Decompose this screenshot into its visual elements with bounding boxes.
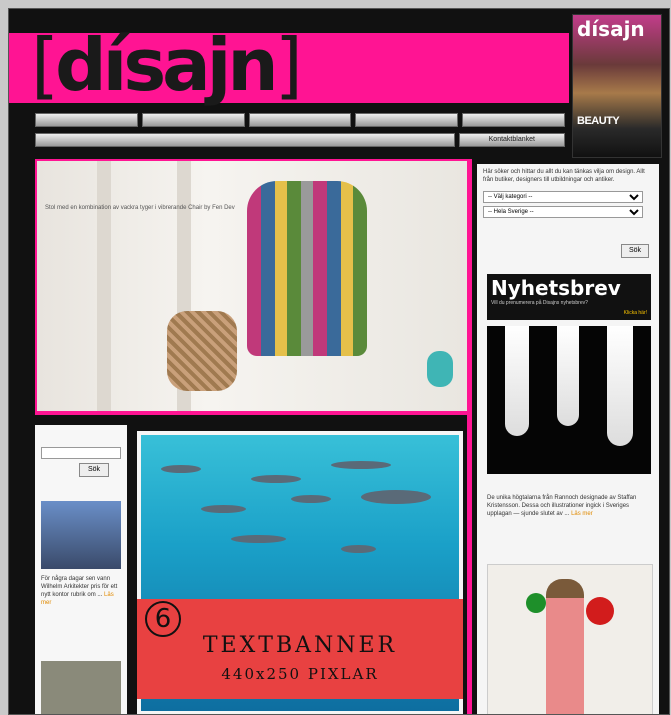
rattan-stool (167, 311, 237, 391)
hero-image[interactable]: Stol med en kombination av vackra tyger … (35, 159, 469, 413)
pink-divider-horizontal (35, 411, 471, 415)
shark-5 (291, 495, 331, 503)
nav-button-3[interactable] (248, 113, 352, 127)
vase-3 (607, 326, 633, 446)
pole-1 (97, 161, 111, 411)
nav-button-1[interactable] (35, 113, 138, 127)
whale (361, 490, 431, 504)
ad-number-badge: 6 (145, 601, 181, 637)
sidebar-blurb-text: De unika högtalarna från Rannoch designa… (487, 495, 637, 517)
category-select[interactable]: -- Välj kategori -- (483, 191, 643, 203)
shark-3 (331, 461, 391, 469)
sidebar-photo[interactable] (487, 564, 653, 714)
newsletter-box[interactable]: Nyhetsbrev Vill du prenumerera på Disajn… (487, 274, 651, 320)
teal-vase (427, 351, 453, 387)
magazine-masthead: dísajn (577, 17, 645, 41)
left-search-input[interactable] (41, 447, 121, 459)
article-thumbnail[interactable] (41, 501, 121, 569)
hero-photo: Stol med en kombination av vackra tyger … (37, 161, 467, 411)
magazine-cover[interactable]: dísajn BEAUTY (572, 14, 662, 158)
vase-1 (505, 326, 529, 436)
hero-caption: Stol med en kombination av vackra tyger … (45, 205, 235, 211)
nav-button-2[interactable] (141, 113, 245, 127)
magazine-cover-title: BEAUTY (577, 115, 620, 127)
sidebar-read-more-link[interactable]: Läs mer (571, 511, 593, 517)
textbanner-ad[interactable]: 6 TEXTBANNER 440x250 PIXLAR (137, 599, 463, 699)
nav-button-5[interactable] (462, 113, 565, 127)
region-select[interactable]: -- Hela Sverige -- (483, 206, 643, 218)
sidebar-search-button[interactable]: Sök (621, 244, 649, 258)
shark-7 (341, 545, 376, 553)
vase-2 (557, 326, 579, 426)
main-nav: Kontaktblanket (35, 113, 565, 153)
shark-2 (251, 475, 301, 483)
site-logo[interactable]: [dísajn] (31, 25, 303, 105)
article-thumbnail-2[interactable] (41, 661, 121, 714)
shark-1 (161, 465, 201, 473)
left-search-button[interactable]: Sök (79, 463, 109, 477)
page: [dísajn] dísajn BEAUTY Kontaktblanket St… (8, 8, 670, 715)
left-column: Sök För några dagar sen vann Wilhelm Ark… (35, 425, 127, 714)
newsletter-title: Nyhetsbrev (491, 276, 621, 300)
right-sidebar: Här söker och hittar du allt du kan tänk… (477, 164, 659, 714)
nav-button-wide[interactable] (35, 133, 455, 147)
shark-4 (201, 505, 246, 513)
person-figure (546, 579, 584, 714)
ad-title: TEXTBANNER (202, 633, 398, 658)
newsletter-subtitle: Vill du prenumerera på Disajns nyhetsbre… (491, 300, 588, 306)
search-intro: Här söker och hittar du allt du kan tänk… (483, 169, 645, 183)
newsletter-link[interactable]: Klicka här! (624, 310, 647, 316)
speaker-vases-image[interactable] (487, 326, 651, 474)
article-snippet: För några dagar sen vann Wilhelm Arkitek… (41, 575, 123, 607)
sidebar-blurb: De unika högtalarna från Rannoch designa… (487, 494, 651, 518)
pink-divider-vertical (467, 159, 472, 714)
green-circle (526, 593, 546, 613)
nav-button-4[interactable] (355, 113, 459, 127)
shark-6 (231, 535, 286, 543)
red-circle (586, 597, 614, 625)
nav-button-contact[interactable]: Kontaktblanket (458, 133, 565, 147)
ad-subtitle: 440x250 PIXLAR (221, 665, 379, 683)
patchwork-chair (247, 181, 367, 356)
